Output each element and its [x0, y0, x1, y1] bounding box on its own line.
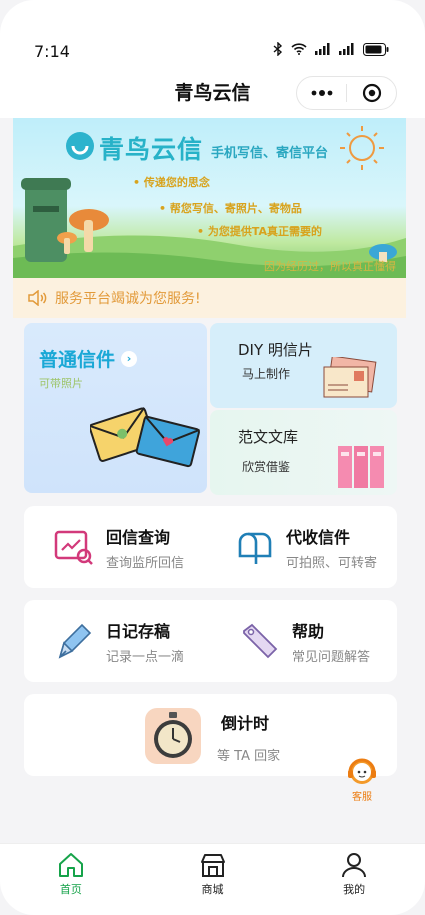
regular-letter-card[interactable]: 普通信件 › 可带照片 [24, 323, 207, 493]
banner-bullet-text-3: 为您提供TA真正需要的 [207, 225, 323, 238]
reply-query-title: 回信查询 [106, 527, 171, 547]
status-time: 7:14 [34, 42, 70, 61]
tab-me[interactable]: 我的 [283, 844, 425, 915]
regular-letter-sub: 可带照片 [39, 377, 83, 390]
banner-tagline: 因为经历过，所以真正懂得 [264, 260, 396, 273]
banner-slogan: 手机写信、寄信平台 [211, 146, 329, 161]
nav-bar: 青鸟云信 [0, 64, 425, 118]
collect-letter-text: 代收信件 可拍照、可转寄 [286, 524, 377, 571]
tab-mall[interactable]: 商城 [142, 844, 284, 915]
countdown-sub: 等 TA 回家 [217, 749, 281, 764]
more-dots-icon [311, 90, 332, 96]
customer-service-icon [348, 758, 376, 784]
status-icons [273, 42, 389, 56]
status-bar: 7:14 [0, 0, 425, 64]
banner-bullet-1: • 传递您的思念 [133, 176, 210, 189]
banner-bullet-text-2: 帮您写信、寄照片、寄物品 [169, 202, 302, 215]
signal-icon-2 [339, 43, 354, 55]
template-library-card[interactable]: 范文文库 欣赏借鉴 [210, 410, 397, 495]
help-title: 帮助 [292, 621, 325, 641]
reply-query-text: 回信查询 查询监所回信 [106, 524, 184, 571]
mailbox-icon [238, 532, 272, 564]
battery-icon [363, 42, 389, 56]
miniprogram-capsule [296, 76, 397, 110]
pen-icon [58, 623, 92, 659]
banner-bullet-text-1: 传递您的思念 [143, 176, 210, 189]
shop-icon [200, 854, 225, 877]
postcard-icon [323, 357, 377, 398]
speaker-icon [28, 290, 47, 306]
collect-letter-title: 代收信件 [286, 527, 351, 547]
help-sub: 常见问题解答 [292, 649, 371, 665]
template-library-sub: 欣赏借鉴 [242, 460, 291, 474]
countdown-title: 倒计时 [221, 714, 270, 733]
close-miniprogram-button[interactable] [347, 83, 396, 103]
customer-service-button[interactable]: 客服 [343, 757, 381, 803]
diy-postcard-title: DIY 明信片 [238, 341, 313, 359]
countdown-card[interactable]: 倒计时 等 TA 回家 [24, 694, 397, 776]
reply-and-collect-card: 回信查询 查询监所回信 代收信件 可拍照、可转寄 [24, 506, 397, 588]
regular-letter-title: 普通信件 › [39, 345, 138, 372]
wifi-icon [291, 43, 307, 55]
customer-service-label: 客服 [352, 792, 372, 803]
reply-query-item[interactable]: 回信查询 查询监所回信 [54, 506, 184, 588]
home-icon [58, 853, 83, 877]
collect-letter-sub: 可拍照、可转寄 [286, 555, 378, 571]
diary-sub: 记录一点一滴 [106, 649, 185, 665]
stopwatch-icon [145, 708, 201, 764]
phone-screen: 7:14 青鸟云信 青鸟云信 手机写信、寄信平台 • 传递您的思念 • 帮您写信… [0, 0, 425, 915]
binders-icon [338, 446, 384, 488]
target-icon [362, 83, 381, 103]
tab-home-label: 首页 [59, 883, 82, 896]
collect-letter-item[interactable]: 代收信件 可拍照、可转寄 [236, 506, 377, 588]
notice-text: 服务平台竭诚为您服务! [55, 291, 201, 307]
diary-and-help-card: 日记存稿 记录一点一滴 帮助 常见问题解答 [24, 600, 397, 682]
chevron-right-icon: › [121, 350, 138, 367]
feature-grid: 普通信件 › 可带照片 DIY 明信片 马上制作 范文文库 欣赏借鉴 [24, 323, 397, 495]
bluetooth-icon [273, 42, 283, 56]
tag-icon [243, 623, 278, 659]
diy-postcard-card[interactable]: DIY 明信片 马上制作 [210, 323, 397, 408]
tab-me-label: 我的 [343, 883, 366, 896]
more-button[interactable] [297, 90, 346, 96]
diy-postcard-sub: 马上制作 [242, 367, 291, 381]
tab-bar: 首页 商城 我的 [0, 843, 425, 915]
regular-letter-title-text: 普通信件 [39, 349, 116, 371]
template-library-title: 范文文库 [238, 428, 299, 446]
tab-mall-label: 商城 [201, 883, 224, 896]
help-item[interactable]: 帮助 常见问题解答 [240, 600, 370, 682]
help-text: 帮助 常见问题解答 [292, 618, 370, 665]
banner-brand: 青鸟云信 [99, 135, 204, 164]
diary-text: 日记存稿 记录一点一滴 [106, 618, 184, 665]
promo-banner[interactable]: 青鸟云信 手机写信、寄信平台 • 传递您的思念 • 帮您写信、寄照片、寄物品 •… [13, 118, 406, 278]
diary-title: 日记存稿 [106, 621, 171, 641]
reply-query-sub: 查询监所回信 [106, 555, 185, 571]
diary-item[interactable]: 日记存稿 记录一点一滴 [54, 600, 184, 682]
banner-artwork [13, 126, 406, 278]
notice-bar[interactable]: 服务平台竭诚为您服务! [13, 278, 406, 318]
envelopes-icon [90, 407, 200, 468]
banner-bullet-3: • 为您提供TA真正需要的 [197, 225, 323, 238]
signal-icon [315, 43, 330, 55]
tab-home[interactable]: 首页 [0, 844, 142, 915]
search-reply-icon [54, 530, 93, 565]
user-icon [342, 853, 367, 878]
banner-bullet-2: • 帮您写信、寄照片、寄物品 [159, 202, 302, 215]
